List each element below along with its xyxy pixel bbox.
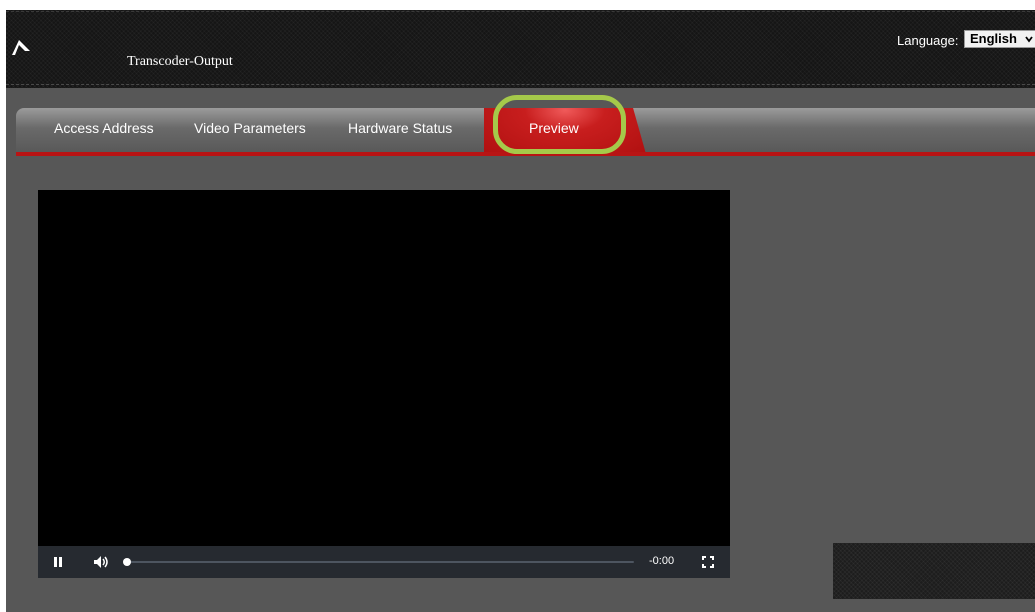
- logo-icon: [12, 40, 30, 55]
- header-divider-top: [6, 11, 1035, 12]
- time-remaining: -0:00: [649, 555, 675, 567]
- app-title: Transcoder-Output: [127, 54, 233, 69]
- language-selected-value: English: [970, 31, 1017, 46]
- corner-texture-panel: [833, 543, 1035, 599]
- page: Transcoder-Output Language: English Acce…: [0, 0, 1035, 612]
- fullscreen-icon[interactable]: [702, 556, 714, 568]
- seek-thumb[interactable]: [123, 558, 131, 566]
- chevron-down-icon: [1025, 36, 1033, 43]
- header-divider-bottom: [6, 84, 1035, 85]
- main-panel: Access Address Video Parameters Hardware…: [6, 88, 1035, 612]
- header: Transcoder-Output Language: English: [6, 10, 1035, 88]
- tab-access-address[interactable]: Access Address: [54, 120, 154, 136]
- preview-tab-highlight: [493, 95, 626, 154]
- tab-video-parameters[interactable]: Video Parameters: [194, 120, 306, 136]
- video-player[interactable]: -0:00: [38, 190, 730, 578]
- seek-bar[interactable]: [123, 558, 634, 566]
- tab-hardware-status[interactable]: Hardware Status: [348, 120, 452, 136]
- pause-icon[interactable]: [53, 556, 65, 568]
- volume-icon[interactable]: [93, 555, 109, 569]
- language-select[interactable]: English: [964, 30, 1035, 48]
- language-label: Language:: [897, 33, 959, 48]
- video-controls: -0:00: [38, 546, 730, 578]
